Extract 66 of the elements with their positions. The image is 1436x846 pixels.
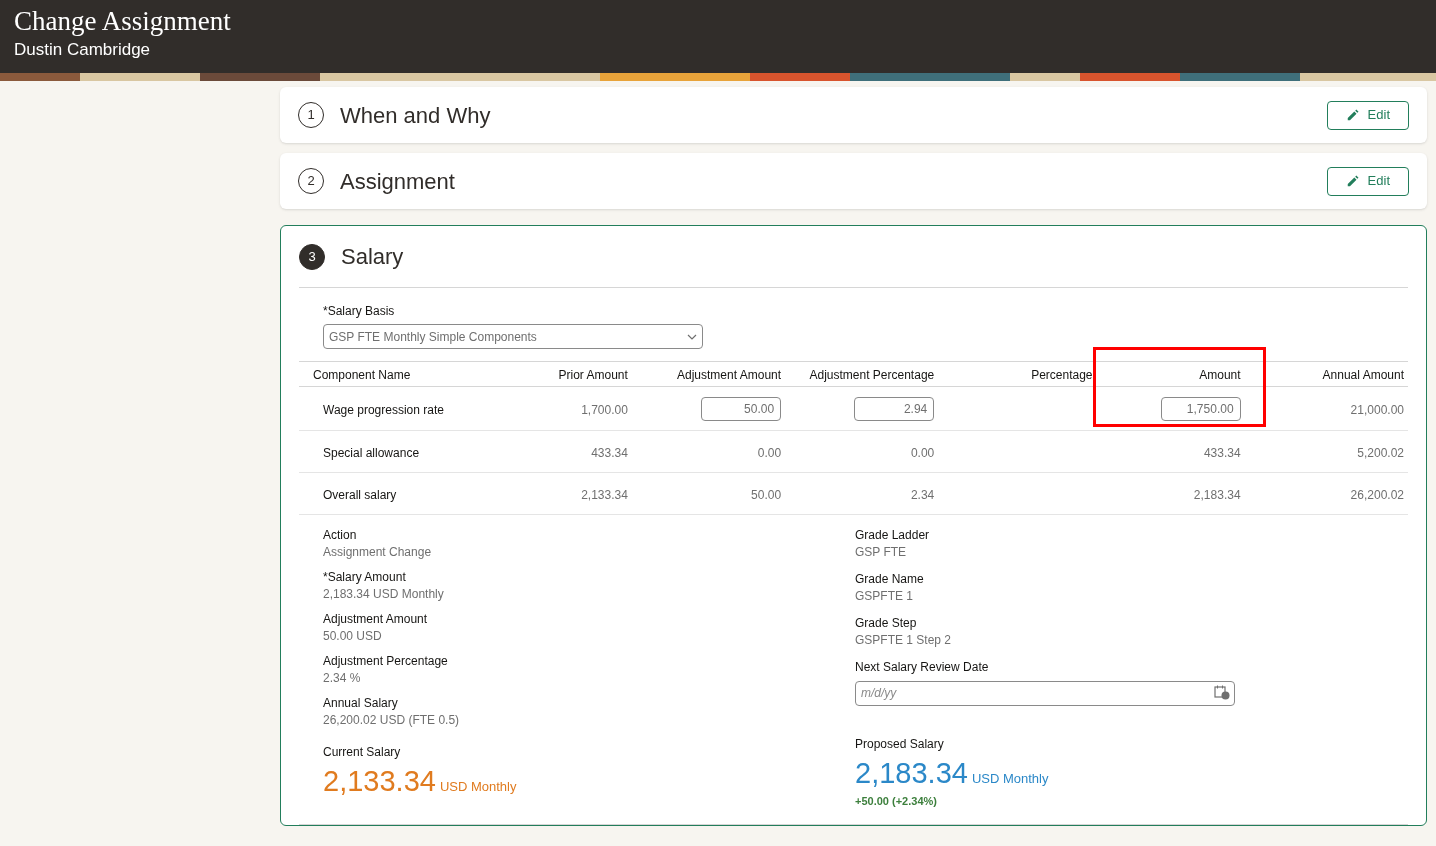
field-label: Grade Ladder xyxy=(855,527,931,544)
table-cell: 21,000.00 xyxy=(1350,402,1404,417)
section-title: When and Why xyxy=(340,101,491,130)
column-header: Component Name xyxy=(313,368,411,382)
section-title: Assignment xyxy=(340,167,455,196)
field-label: *Salary Amount xyxy=(323,569,407,586)
table-cell: 2,133.34 xyxy=(581,487,628,502)
calendar-icon[interactable] xyxy=(1214,685,1230,700)
table-cell: 0.00 xyxy=(910,445,935,460)
proposed-salary-amount: 2,183.34 xyxy=(855,756,968,791)
field-value: GSPFTE 1 Step 2 xyxy=(855,632,953,649)
field-label: Adjustment Percentage xyxy=(323,653,449,670)
chevron-down-icon xyxy=(687,333,697,340)
section-title: Salary xyxy=(341,243,404,271)
component-name: Special allowance xyxy=(323,445,420,460)
field-label: Next Salary Review Date xyxy=(855,659,990,676)
field-value: 26,200.02 USD (FTE 0.5) xyxy=(323,712,461,729)
field-label: Action xyxy=(323,527,358,544)
field-label: Grade Name xyxy=(855,571,925,588)
step-number: 2 xyxy=(298,168,324,194)
field-label: Annual Salary xyxy=(323,695,399,712)
field-value: GSP FTE xyxy=(855,544,908,561)
table-cell: 1,700.00 xyxy=(581,402,628,417)
amount-input[interactable]: 1,750.00 xyxy=(1160,397,1241,421)
salary-unit: USD Monthly xyxy=(971,770,1049,788)
column-header: Percentage xyxy=(1031,368,1093,382)
column-header: Amount xyxy=(1199,368,1241,382)
component-name: Wage progression rate xyxy=(323,402,444,417)
field-value: 50.00 USD xyxy=(323,628,383,645)
current-salary-amount: 2,133.34 xyxy=(323,764,436,799)
field-label: *Salary Basis xyxy=(323,303,396,320)
field-value: 2,183.34 USD Monthly xyxy=(323,586,445,603)
edit-button[interactable]: Edit xyxy=(1326,100,1409,130)
table-cell: 26,200.02 xyxy=(1350,487,1404,502)
table-cell: 0.00 xyxy=(757,445,782,460)
component-name: Overall salary xyxy=(323,487,397,502)
edit-button[interactable]: Edit xyxy=(1326,166,1409,196)
field-label: Proposed Salary xyxy=(855,736,945,753)
step-number: 1 xyxy=(298,102,324,128)
table-cell: 433.34 xyxy=(1203,445,1241,460)
salary-change: +50.00 (+2.34%) xyxy=(855,794,938,809)
column-header: Annual Amount xyxy=(1322,368,1404,382)
page-subtitle: Dustin Cambridge xyxy=(14,39,152,61)
table-cell: 50.00 xyxy=(751,487,782,502)
table-cell: 2.34 xyxy=(910,487,935,502)
field-value: 2.34 % xyxy=(323,670,362,687)
field-value: GSPFTE 1 xyxy=(855,588,914,605)
field-label: Grade Step xyxy=(855,615,918,632)
step-number: 3 xyxy=(299,243,325,270)
column-header: Prior Amount xyxy=(558,368,628,382)
amount-input[interactable]: 50.00 xyxy=(701,397,782,421)
pencil-icon xyxy=(1345,108,1360,122)
column-header: Adjustment Amount xyxy=(677,368,782,382)
field-label: Current Salary xyxy=(323,744,402,761)
pencil-icon xyxy=(1345,174,1360,188)
table-cell: 2,183.34 xyxy=(1193,487,1241,502)
field-label: Adjustment Amount xyxy=(323,611,429,628)
date-field[interactable]: m/d/yy xyxy=(855,680,1235,706)
table-cell: 433.34 xyxy=(591,445,628,460)
field-value: Assignment Change xyxy=(323,544,433,561)
salary-unit: USD Monthly xyxy=(439,778,517,796)
column-header: Adjustment Percentage xyxy=(809,368,935,382)
page-title: Change Assignment xyxy=(14,5,232,38)
salary-basis-select[interactable]: GSP FTE Monthly Simple Components xyxy=(323,324,703,349)
table-cell: 5,200.02 xyxy=(1357,445,1404,460)
amount-input[interactable]: 2.94 xyxy=(854,397,935,421)
